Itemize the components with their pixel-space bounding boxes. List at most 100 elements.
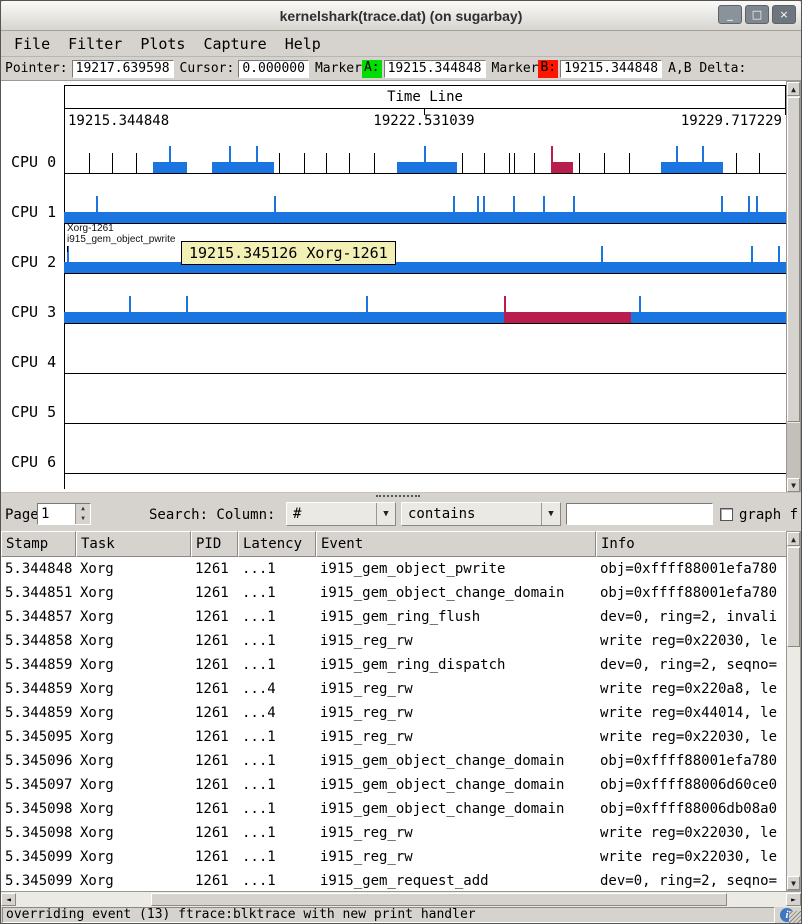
cpu-1-event-tick[interactable] (477, 196, 479, 223)
cpu-1-event-tick[interactable] (756, 196, 758, 223)
column-header-latency[interactable]: Latency (238, 531, 316, 557)
table-row[interactable]: 5.344848Xorg1261...1i915_gem_object_pwri… (1, 557, 787, 581)
column-header-stamp[interactable]: Stamp (1, 531, 76, 557)
resize-grip[interactable] (789, 911, 801, 923)
cpu-1-event-tick[interactable] (483, 196, 485, 223)
spin-up-icon[interactable]: ▲ (76, 504, 90, 514)
cpu-3-event-tick[interactable] (639, 296, 641, 323)
cpu-1-event-tick[interactable] (513, 196, 515, 223)
cpu-0-event-tick[interactable] (509, 153, 510, 173)
cpu-0-event-tick[interactable] (89, 153, 90, 173)
cpu-1-event-tick[interactable] (573, 196, 575, 223)
cpu-0-event-tick[interactable] (551, 146, 553, 173)
cpu-0-event-tick[interactable] (256, 146, 258, 173)
cpu-0-event-tick[interactable] (484, 153, 485, 173)
menu-plots[interactable]: Plots (131, 33, 194, 55)
cpu-0-event-tick[interactable] (229, 146, 231, 173)
page-spinner-arrows[interactable]: ▲▼ (75, 504, 90, 524)
cpu-0-event-bar[interactable] (397, 162, 457, 173)
scroll-left-icon[interactable]: ◄ (1, 893, 16, 906)
page-spinner[interactable]: 1 ▲▼ (37, 503, 91, 525)
cpu-0-event-tick[interactable] (759, 153, 760, 173)
operator-select[interactable]: contains ▼ (401, 502, 561, 526)
cpu-3-event-tick[interactable] (504, 296, 506, 323)
cpu-0-event-tick[interactable] (604, 153, 605, 173)
graph-vertical-scrollbar[interactable]: ▲ ▼ (786, 81, 801, 493)
cpu-3-event-tick[interactable] (366, 296, 368, 323)
table-row[interactable]: 5.345099Xorg1261...1i915_reg_rwwrite reg… (1, 845, 787, 869)
table-row[interactable]: 5.344857Xorg1261...1i915_gem_ring_flushd… (1, 605, 787, 629)
graph-scrollbar-thumb[interactable] (787, 97, 800, 422)
table-row[interactable]: 5.345098Xorg1261...1i915_gem_object_chan… (1, 797, 787, 821)
cpu-0-event-tick[interactable] (579, 153, 580, 173)
maximize-button[interactable]: □ (745, 5, 769, 24)
titlebar[interactable]: kernelshark(trace.dat) (on sugarbay) _ □… (1, 1, 801, 31)
cpu-0-event-tick[interactable] (374, 153, 375, 173)
column-header-pid[interactable]: PID (191, 531, 238, 557)
cpu-2-event-tick[interactable] (778, 246, 780, 273)
menu-capture[interactable]: Capture (194, 33, 275, 55)
table-row[interactable]: 5.344859Xorg1261...4i915_reg_rwwrite reg… (1, 677, 787, 701)
cpu-2-run-bar[interactable] (64, 262, 786, 273)
table-row[interactable]: 5.345097Xorg1261...1i915_gem_object_chan… (1, 773, 787, 797)
table-row[interactable]: 5.344859Xorg1261...4i915_reg_rwwrite reg… (1, 701, 787, 725)
cpu-0-event-tick[interactable] (629, 153, 630, 173)
cpu-0-event-tick[interactable] (462, 153, 463, 173)
cpu-3-event-tick[interactable] (129, 296, 131, 323)
hscrollbar-thumb[interactable] (151, 893, 727, 906)
cpu-2-event-tick[interactable] (751, 246, 753, 273)
chevron-down-icon[interactable]: ▼ (541, 503, 560, 525)
cpu-1-event-tick[interactable] (748, 196, 750, 223)
cpu-0-event-tick[interactable] (112, 153, 113, 173)
table-row[interactable]: 5.345096Xorg1261...1i915_gem_object_chan… (1, 749, 787, 773)
graph-scrollbar-track[interactable] (787, 423, 800, 478)
search-input[interactable] (566, 503, 713, 525)
cpu-0-event-tick[interactable] (424, 146, 426, 173)
close-button[interactable]: × (772, 5, 796, 24)
cpu-1-event-tick[interactable] (543, 196, 545, 223)
menu-filter[interactable]: Filter (59, 33, 131, 55)
scroll-up-icon[interactable]: ▲ (787, 532, 800, 546)
cpu-0-event-tick[interactable] (534, 153, 535, 173)
cpu-1-event-tick[interactable] (453, 196, 455, 223)
table-vertical-scrollbar[interactable]: ▲ ▼ (786, 531, 801, 891)
column-select[interactable]: # ▼ (286, 502, 396, 526)
graph-follows-checkbox[interactable] (720, 508, 733, 521)
scroll-right-icon[interactable]: ► (786, 893, 801, 906)
cpu-0-event-tick[interactable] (326, 153, 327, 173)
table-scrollbar-thumb[interactable] (787, 547, 800, 647)
cpu-1-event-tick[interactable] (721, 196, 723, 223)
table-row[interactable]: 5.344858Xorg1261...1i915_reg_rwwrite reg… (1, 629, 787, 653)
cpu-0-event-tick[interactable] (169, 146, 171, 173)
table-row[interactable]: 5.344859Xorg1261...1i915_gem_ring_dispat… (1, 653, 787, 677)
cpu-0-event-tick[interactable] (676, 146, 678, 173)
column-header-event[interactable]: Event (316, 531, 596, 557)
menu-file[interactable]: File (5, 33, 59, 55)
minimize-button[interactable]: _ (718, 5, 742, 24)
table-row[interactable]: 5.345098Xorg1261...1i915_reg_rwwrite reg… (1, 821, 787, 845)
cpu-1-event-tick[interactable] (96, 196, 98, 223)
scroll-down-icon[interactable]: ▼ (787, 876, 800, 890)
table-row[interactable]: 5.344851Xorg1261...1i915_gem_object_chan… (1, 581, 787, 605)
chevron-down-icon[interactable]: ▼ (376, 503, 395, 525)
scroll-up-icon[interactable]: ▲ (787, 82, 800, 96)
cpu-3-run-bar[interactable] (64, 312, 786, 323)
cpu-0-event-bar[interactable] (551, 162, 573, 173)
table-row[interactable]: 5.345095Xorg1261...1i915_reg_rwwrite reg… (1, 725, 787, 749)
timeline-graph[interactable]: Time Line 19215.344848 19222.531039 1922… (1, 81, 801, 493)
cpu-0-event-tick[interactable] (136, 153, 137, 173)
cpu-0-event-tick[interactable] (736, 153, 737, 173)
cpu-0-event-tick[interactable] (702, 146, 704, 173)
cpu-2-event-tick[interactable] (601, 246, 603, 273)
column-header-info[interactable]: Info (596, 531, 787, 557)
cpu-0-event-tick[interactable] (304, 153, 305, 173)
cpu-3-event-tick[interactable] (186, 296, 188, 323)
table-row[interactable]: 5.345099Xorg1261...1i915_gem_request_add… (1, 869, 787, 891)
cpu-0-event-bar[interactable] (212, 162, 274, 173)
scroll-down-icon[interactable]: ▼ (787, 478, 800, 492)
cpu-1-run-bar[interactable] (64, 212, 786, 223)
cpu-0-event-bar[interactable] (661, 162, 723, 173)
cpu-0-event-tick[interactable] (279, 153, 280, 173)
cpu-0-event-tick[interactable] (514, 153, 515, 173)
table-horizontal-scrollbar[interactable]: ◄ ► (1, 891, 801, 907)
